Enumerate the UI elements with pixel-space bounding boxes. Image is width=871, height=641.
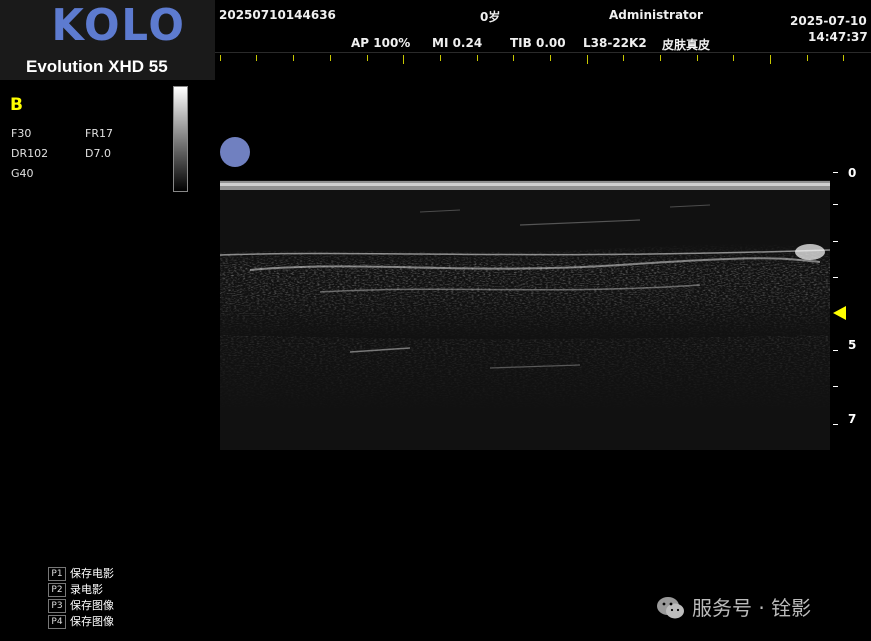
key-p3[interactable]: P3 保存图像 xyxy=(48,597,114,613)
imaging-mode: B xyxy=(10,95,23,115)
function-key-legend: P1 保存电影 P2 录电影 P3 保存图像 P4 保存图像 xyxy=(48,565,114,629)
logo-block: KOLO Evolution XHD 55 xyxy=(0,0,215,80)
exam-preset: 皮肤真皮 xyxy=(662,38,711,52)
depth-label-5: 5 xyxy=(848,338,857,352)
key-badge: P1 xyxy=(48,567,66,581)
watermark-text: 服务号 · 铨影 xyxy=(692,596,812,620)
depth-label-0: 0 xyxy=(848,166,857,180)
exam-time: 14:47:37 xyxy=(808,30,868,44)
mechanical-index: MI 0.24 xyxy=(432,36,483,50)
depth-label-7: 7 xyxy=(848,412,857,426)
patient-id: 20250710144636 xyxy=(219,8,336,22)
depth-scale: 0 5 7 xyxy=(828,160,871,440)
param-depth: D7.0 xyxy=(85,147,111,160)
probe-name: L38-22K2 xyxy=(583,36,647,50)
param-frequency: F30 xyxy=(11,127,32,140)
acoustic-power: AP 100% xyxy=(351,36,411,50)
param-dynamic-range: DR102 xyxy=(11,147,49,160)
key-p2[interactable]: P2 录电影 xyxy=(48,581,114,597)
key-label: 保存电影 xyxy=(70,567,114,580)
key-label: 录电影 xyxy=(70,583,103,596)
key-badge: P3 xyxy=(48,599,66,613)
exam-date: 2025-07-10 xyxy=(790,14,867,28)
wechat-icon xyxy=(657,597,684,619)
key-label: 保存图像 xyxy=(70,615,114,628)
device-model: Evolution XHD 55 xyxy=(26,57,168,76)
key-p1[interactable]: P1 保存电影 xyxy=(48,565,114,581)
param-gain: G40 xyxy=(11,167,34,180)
key-badge: P2 xyxy=(48,583,66,597)
focus-depth-marker[interactable] xyxy=(833,306,846,320)
key-p4[interactable]: P4 保存图像 xyxy=(48,613,114,629)
operator-name: Administrator xyxy=(609,8,703,22)
ultrasound-image[interactable] xyxy=(220,80,830,460)
param-frame-rate: FR17 xyxy=(85,127,113,140)
thermal-index: TIB 0.00 xyxy=(510,36,566,50)
key-badge: P4 xyxy=(48,615,66,629)
header-bar: KOLO Evolution XHD 55 20250710144636 0岁 … xyxy=(0,0,871,80)
header-divider xyxy=(215,52,871,53)
brand-logo: KOLO xyxy=(51,0,186,51)
focus-indicator-dot xyxy=(220,137,250,167)
key-label: 保存图像 xyxy=(70,599,114,612)
patient-age: 0岁 xyxy=(480,10,501,24)
lateral-scale xyxy=(220,55,860,65)
grayscale-bar xyxy=(173,86,188,192)
